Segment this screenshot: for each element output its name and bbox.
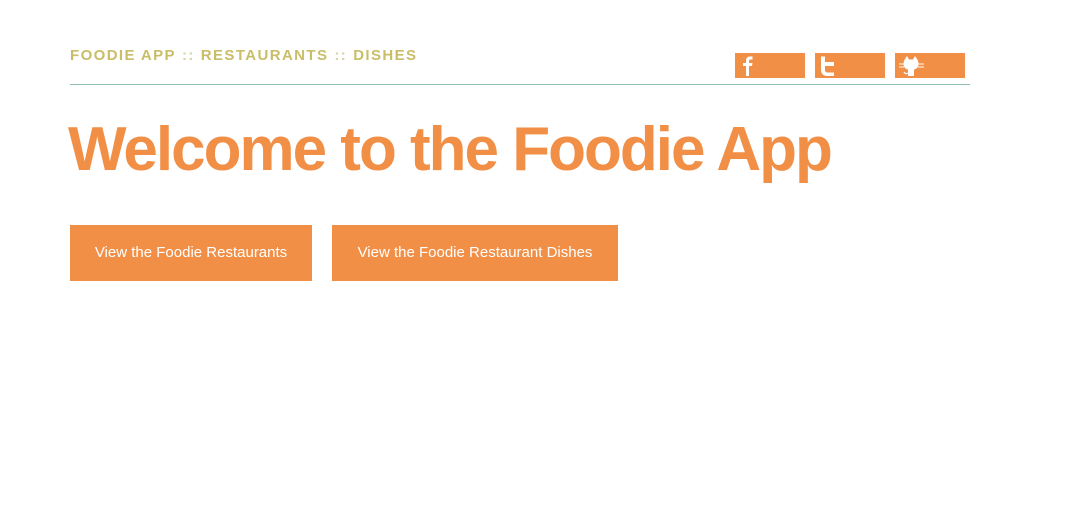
nav-link-restaurants[interactable]: RESTAURANTS xyxy=(201,47,329,64)
github-icon xyxy=(899,56,924,76)
action-buttons: View the Foodie Restaurants View the Foo… xyxy=(70,225,618,281)
facebook-icon xyxy=(743,56,753,76)
breadcrumb: FOODIE APP:: RESTAURANTS:: DISHES xyxy=(70,47,417,64)
nav-link-dishes[interactable]: DISHES xyxy=(353,47,417,64)
github-button[interactable] xyxy=(895,53,965,78)
nav-link-home[interactable]: FOODIE APP xyxy=(70,47,176,64)
page-title: Welcome to the Foodie App xyxy=(68,115,833,184)
breadcrumb-separator: :: xyxy=(181,47,195,64)
header: FOODIE APP:: RESTAURANTS:: DISHES xyxy=(70,40,970,85)
facebook-button[interactable] xyxy=(735,53,805,78)
view-restaurants-button[interactable]: View the Foodie Restaurants xyxy=(70,225,312,281)
page: FOODIE APP:: RESTAURANTS:: DISHES Welcom… xyxy=(0,0,1090,505)
social-links xyxy=(735,53,965,78)
twitter-button[interactable] xyxy=(815,53,885,78)
twitter-icon xyxy=(821,56,834,76)
breadcrumb-separator: :: xyxy=(334,47,348,64)
view-dishes-button[interactable]: View the Foodie Restaurant Dishes xyxy=(332,225,618,281)
